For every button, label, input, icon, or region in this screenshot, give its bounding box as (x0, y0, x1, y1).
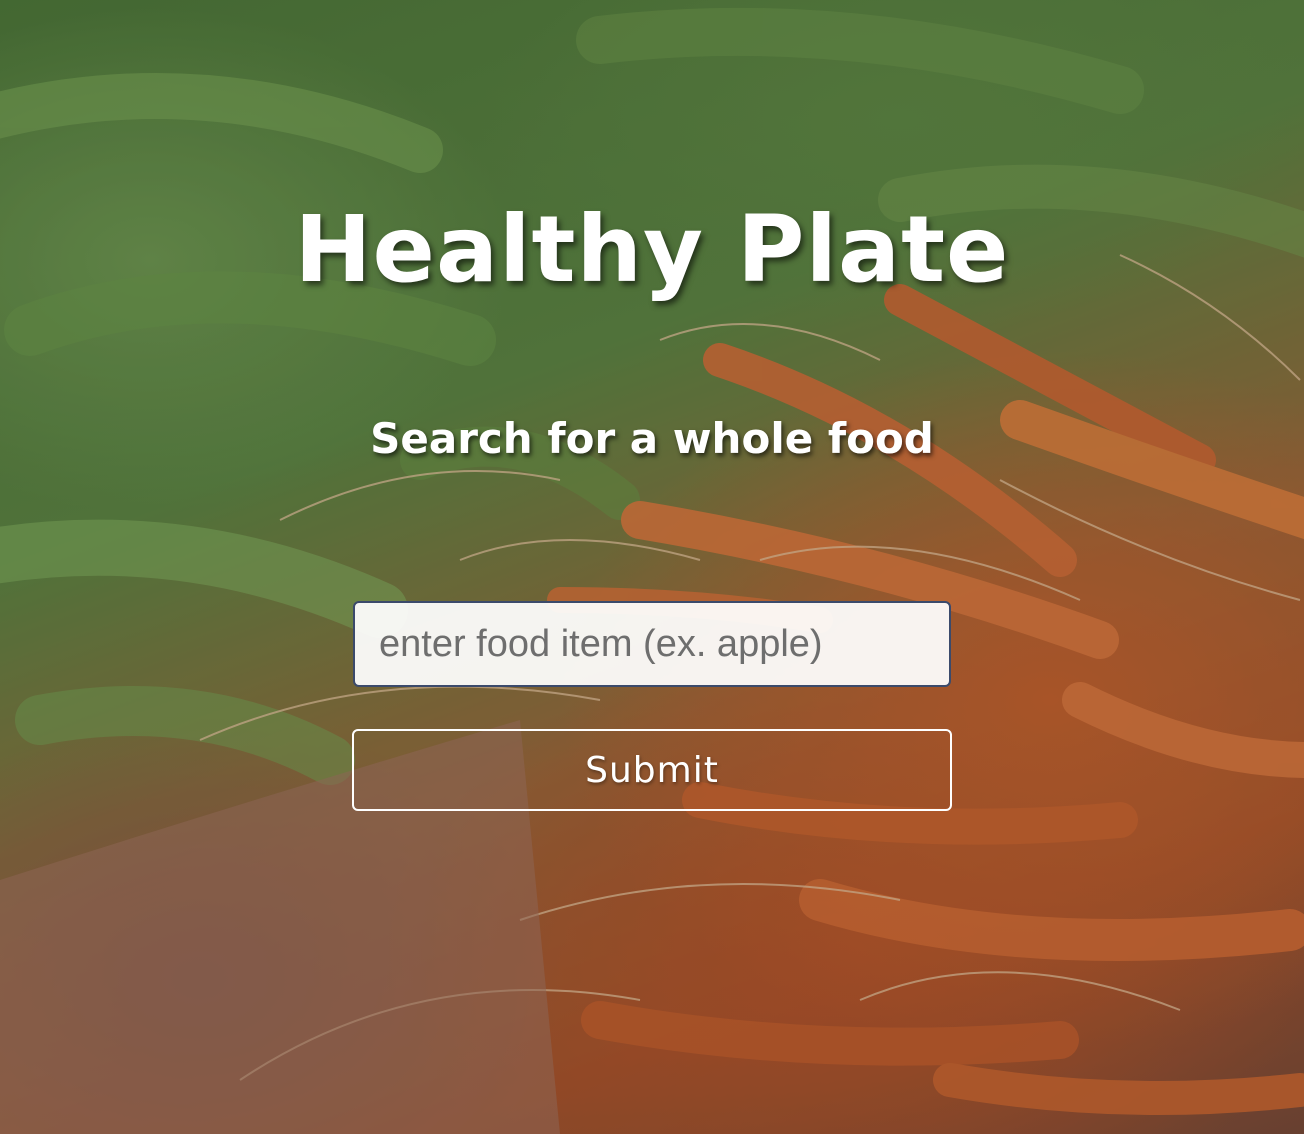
page-title: Healthy Plate (294, 196, 1010, 303)
hero-section: Healthy Plate Search for a whole food Su… (0, 0, 1304, 1134)
page-subtitle: Search for a whole food (370, 414, 934, 463)
food-search-input[interactable] (353, 601, 951, 687)
submit-button[interactable]: Submit (352, 729, 952, 811)
